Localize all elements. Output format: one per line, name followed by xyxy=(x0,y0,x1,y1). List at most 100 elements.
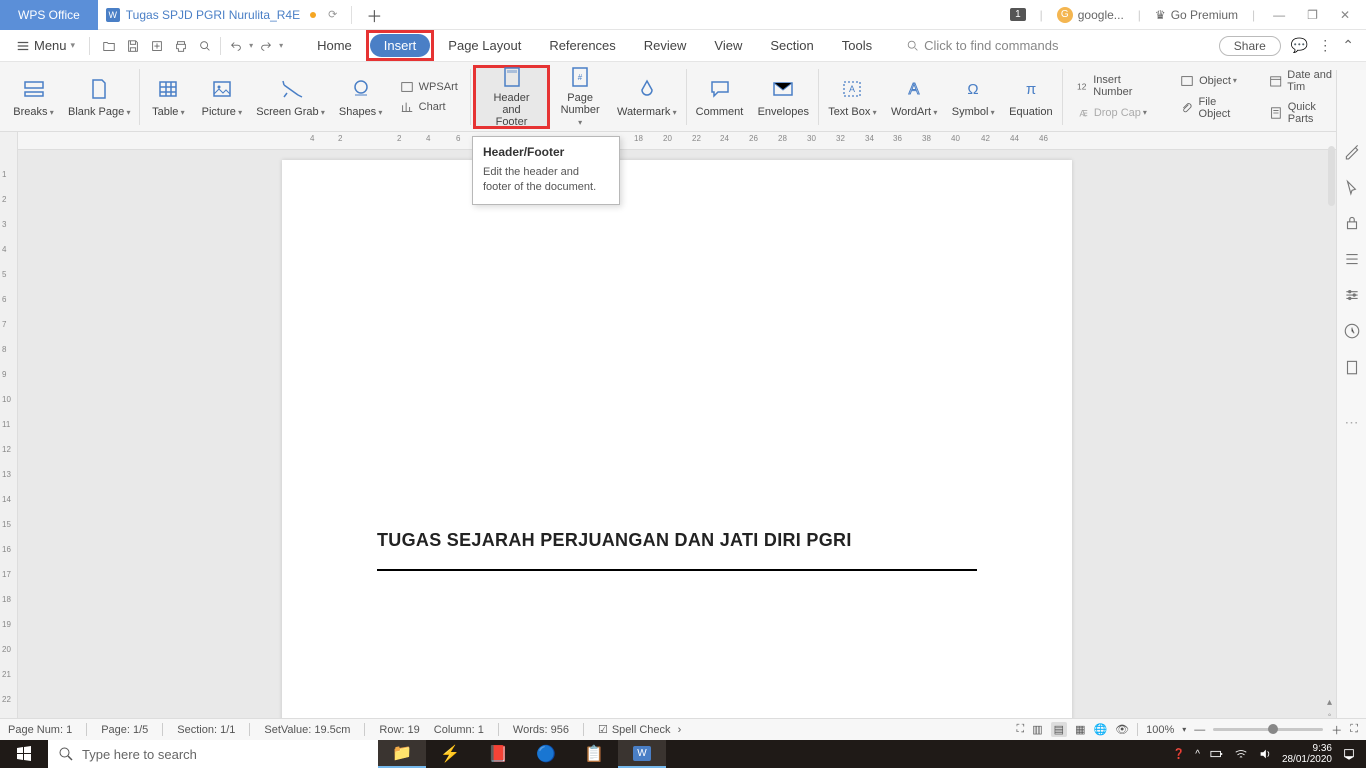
app-menu-button[interactable]: Menu ▾ xyxy=(6,34,85,57)
close-button[interactable]: ✕ xyxy=(1336,6,1354,24)
status-page[interactable]: Page: 1/5 xyxy=(101,724,148,736)
equation-button[interactable]: π Equation xyxy=(1002,65,1060,129)
folder-icon xyxy=(102,39,116,53)
taskbar-wps[interactable]: W xyxy=(618,740,666,768)
collapse-ribbon-icon[interactable]: ⌃ xyxy=(1342,37,1354,54)
tab-insert[interactable]: Insert xyxy=(370,34,431,57)
spell-check-button[interactable]: ☑ Spell Check › xyxy=(598,723,681,736)
status-page-num[interactable]: Page Num: 1 xyxy=(8,724,72,736)
view-web-icon[interactable]: ▦ xyxy=(1075,723,1085,736)
select-icon[interactable] xyxy=(1343,178,1361,196)
tab-tools[interactable]: Tools xyxy=(828,32,886,59)
share-button[interactable]: Share xyxy=(1219,36,1281,56)
open-button[interactable] xyxy=(98,35,120,57)
taskbar-app-1[interactable]: ⚡ xyxy=(426,740,474,768)
windows-start-button[interactable] xyxy=(0,740,48,768)
clipboard-icon[interactable] xyxy=(1343,358,1361,376)
wifi-icon[interactable] xyxy=(1234,747,1248,761)
tray-clock[interactable]: 9:36 28/01/2020 xyxy=(1282,743,1332,765)
taskbar-app-2[interactable]: 📕 xyxy=(474,740,522,768)
zoom-level[interactable]: 100% xyxy=(1146,724,1174,736)
document-page[interactable]: TUGAS SEJARAH PERJUANGAN DAN JATI DIRI P… xyxy=(282,160,1072,740)
envelopes-button[interactable]: Envelopes xyxy=(751,65,817,129)
view-outline-icon[interactable]: ▥ xyxy=(1032,723,1042,736)
table-button[interactable]: Table xyxy=(142,65,194,129)
settings-icon[interactable] xyxy=(1343,286,1361,304)
document-tab[interactable]: W Tugas SPJD PGRI Nurulita_R4E ⟳ xyxy=(98,0,346,30)
taskbar-chrome[interactable]: 🔵 xyxy=(522,740,570,768)
insert-number-button[interactable]: 12Insert Number xyxy=(1071,72,1164,100)
vertical-ruler[interactable]: 12345678910111213141516171819202122 xyxy=(0,132,18,740)
document-area[interactable]: TUGAS SEJARAH PERJUANGAN DAN JATI DIRI P… xyxy=(18,132,1336,740)
status-words[interactable]: Words: 956 xyxy=(513,724,569,736)
new-tab-button[interactable]: ＋ xyxy=(358,3,390,27)
mini-scroll-indicator[interactable] xyxy=(1328,146,1335,206)
edit-icon[interactable] xyxy=(1343,142,1361,160)
volume-icon[interactable] xyxy=(1258,747,1272,761)
eye-icon[interactable]: 👁 xyxy=(1115,723,1129,736)
drop-cap-button[interactable]: ADrop Cap xyxy=(1071,104,1164,122)
history-icon[interactable] xyxy=(1343,322,1361,340)
status-section[interactable]: Section: 1/1 xyxy=(177,724,235,736)
header-footer-button[interactable]: Header and Footer xyxy=(473,65,550,129)
notif-count[interactable]: 1 xyxy=(1010,8,1026,21)
preview-button[interactable] xyxy=(194,35,216,57)
status-setvalue[interactable]: SetValue: 19.5cm xyxy=(264,724,350,736)
text-box-button[interactable]: A Text Box xyxy=(821,65,884,129)
list-icon[interactable] xyxy=(1343,250,1361,268)
tab-section[interactable]: Section xyxy=(756,32,827,59)
print-button[interactable] xyxy=(170,35,192,57)
zoom-slider[interactable] xyxy=(1213,728,1323,731)
more-icon[interactable]: ⋮ xyxy=(1318,37,1332,54)
tray-chevron-icon[interactable]: ^ xyxy=(1195,749,1200,760)
page-number-button[interactable]: # Page Number xyxy=(550,65,610,129)
view-globe-icon[interactable]: 🌐 xyxy=(1093,723,1107,736)
status-row[interactable]: Row: 19 xyxy=(379,724,419,736)
tab-home[interactable]: Home xyxy=(303,32,366,59)
breaks-button[interactable]: Breaks xyxy=(6,65,61,129)
taskbar-explorer[interactable]: 📁 xyxy=(378,740,426,768)
picture-button[interactable]: Picture xyxy=(194,65,249,129)
object-button[interactable]: Object xyxy=(1176,72,1253,90)
taskbar-notes[interactable]: 📋 xyxy=(570,740,618,768)
tray-help-icon[interactable]: ❓ xyxy=(1173,749,1185,760)
zoom-in-button[interactable]: ＋ xyxy=(1331,722,1342,738)
watermark-button[interactable]: Watermark xyxy=(610,65,684,129)
wpsart-button[interactable]: WPSArt xyxy=(396,78,462,96)
restore-button[interactable]: ❐ xyxy=(1303,6,1322,24)
comment-button[interactable]: Comment xyxy=(689,65,751,129)
horizontal-ruler[interactable]: 42246182022242628303234363840424446 xyxy=(18,132,1336,150)
command-search[interactable]: Click to find commands xyxy=(906,38,1058,53)
feedback-icon[interactable]: 💬 xyxy=(1291,37,1308,54)
battery-icon[interactable] xyxy=(1210,747,1224,761)
chart-button[interactable]: Chart xyxy=(396,98,462,116)
windows-search[interactable]: Type here to search xyxy=(48,740,378,768)
tab-overflow-icon[interactable]: ⟳ xyxy=(328,8,337,21)
wordart-button[interactable]: A WordArt xyxy=(884,65,945,129)
view-print-icon[interactable]: ▤ xyxy=(1051,722,1067,737)
export-button[interactable] xyxy=(146,35,168,57)
file-object-button[interactable]: File Object xyxy=(1176,94,1253,122)
tab-references[interactable]: References xyxy=(535,32,629,59)
status-column[interactable]: Column: 1 xyxy=(434,724,484,736)
go-premium[interactable]: ♛ Go Premium xyxy=(1155,8,1238,22)
google-account[interactable]: Ggoogle... xyxy=(1057,7,1124,23)
more-tools-icon[interactable]: ⋯ xyxy=(1345,414,1359,431)
tab-review[interactable]: Review xyxy=(630,32,701,59)
tab-view[interactable]: View xyxy=(700,32,756,59)
fit-page-icon[interactable]: ⛶ xyxy=(1350,723,1358,736)
minimize-button[interactable]: — xyxy=(1269,6,1289,24)
notifications-icon[interactable] xyxy=(1342,747,1356,761)
undo-button[interactable] xyxy=(225,35,247,57)
lock-icon[interactable] xyxy=(1343,214,1361,232)
save-button[interactable] xyxy=(122,35,144,57)
scroll-up-icon[interactable]: ▴ xyxy=(1327,697,1332,708)
redo-button[interactable] xyxy=(255,35,277,57)
screen-grab-button[interactable]: Screen Grab xyxy=(249,65,331,129)
shapes-button[interactable]: Shapes xyxy=(332,65,390,129)
symbol-button[interactable]: Ω Symbol xyxy=(945,65,1002,129)
blank-page-button[interactable]: Blank Page xyxy=(61,65,137,129)
tab-page-layout[interactable]: Page Layout xyxy=(434,32,535,59)
fullscreen-icon[interactable]: ⛶ xyxy=(1017,723,1025,736)
zoom-out-button[interactable]: — xyxy=(1194,724,1205,736)
